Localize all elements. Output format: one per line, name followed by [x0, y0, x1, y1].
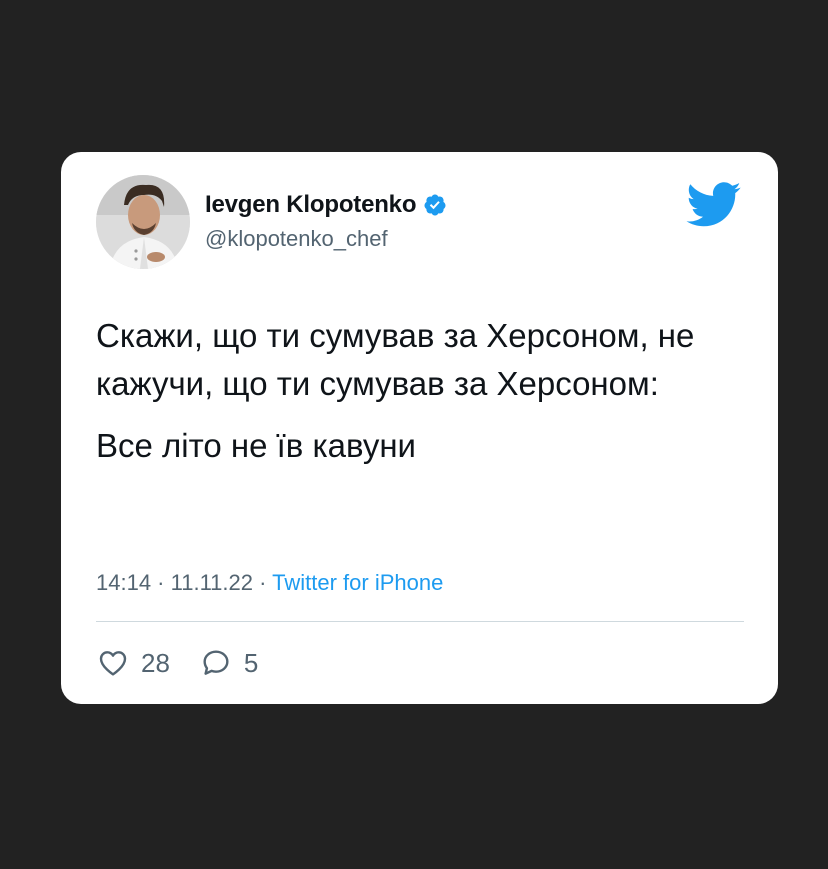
tweet-paragraph: Все літо не їв кавуни [96, 427, 416, 464]
heart-icon [99, 651, 127, 676]
meta-separator: · [253, 570, 273, 595]
divider [96, 621, 744, 622]
tweet-text: Скажи, що ти сумував за Херсоном, не каж… [96, 312, 736, 470]
author-name-row: Ievgen Klopotenko [205, 190, 447, 220]
tweet-date[interactable]: 11.11.22 [171, 570, 253, 595]
tweet-source[interactable]: Twitter for iPhone [272, 570, 443, 595]
author-name[interactable]: Ievgen Klopotenko [205, 191, 416, 219]
tweet-time[interactable]: 14:14 [96, 570, 151, 595]
meta-separator: · [151, 570, 171, 595]
replies-count: 5 [243, 647, 259, 678]
verified-badge-icon [424, 194, 446, 216]
tweet-paragraph: Скажи, що ти сумував за Херсоном, не каж… [96, 317, 695, 402]
reply-button[interactable]: 5 [200, 647, 258, 679]
like-button[interactable]: 28 [97, 647, 170, 679]
avatar-photo [96, 175, 190, 269]
tweet-meta: 14:14 · 11.11.22 · Twitter for iPhone [96, 570, 443, 596]
twitter-bird-icon[interactable] [686, 182, 742, 228]
tweet-card: Ievgen Klopotenko @klopotenko_chef Скажи… [61, 152, 778, 704]
likes-count: 28 [141, 647, 170, 678]
author-handle[interactable]: @klopotenko_chef [205, 226, 388, 252]
tweet-actions: 28 5 [97, 646, 288, 680]
avatar[interactable] [96, 175, 190, 269]
comment-icon [203, 650, 229, 675]
